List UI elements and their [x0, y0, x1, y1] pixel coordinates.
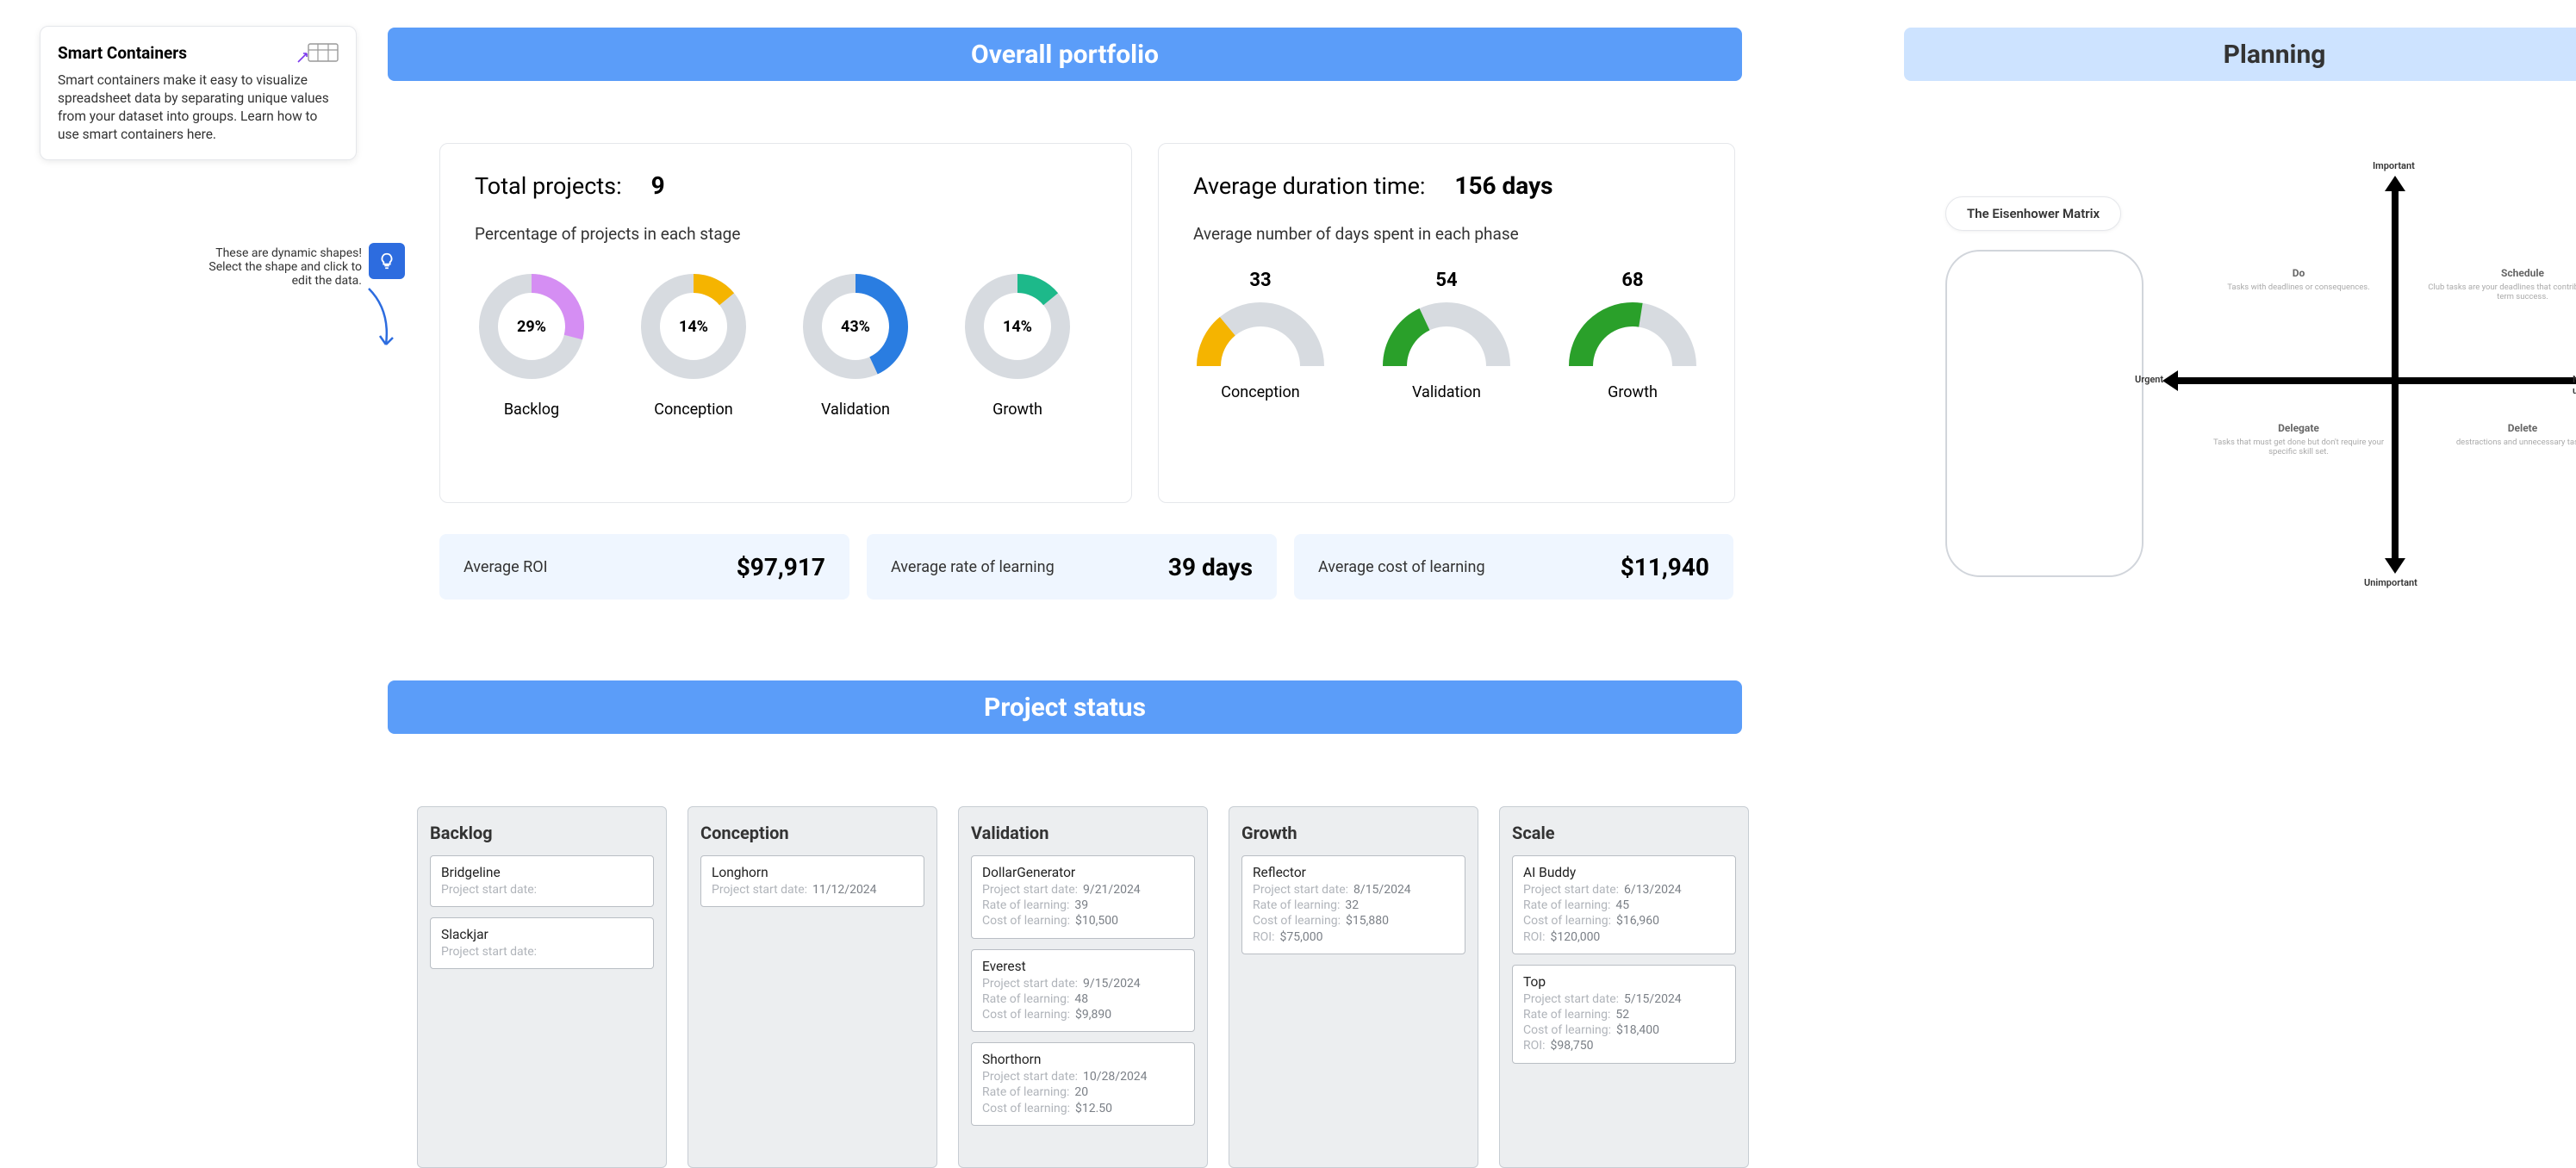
axis-horizontal — [2176, 377, 2576, 384]
axis-label-urgent: Urgent — [2135, 374, 2163, 385]
metric-roi[interactable]: Average ROI $97,917 — [439, 534, 849, 600]
metric-rate[interactable]: Average rate of learning 39 days — [867, 534, 1277, 600]
gauge-growth[interactable]: 68 Growth — [1565, 270, 1700, 401]
quad-do: DoTasks with deadlines or consequences. — [2204, 267, 2393, 292]
quad-schedule: ScheduleClub tasks are your deadlines th… — [2428, 267, 2576, 302]
column-title: Validation — [971, 823, 1195, 843]
axis-vertical — [2392, 189, 2399, 560]
project-name: Slackjar — [441, 927, 643, 942]
gauge-value: 54 — [1379, 270, 1514, 291]
status-column-scale[interactable]: Scale AI Buddy Project start date:6/13/2… — [1499, 806, 1749, 1168]
donut-conception[interactable]: 14% Conception — [637, 270, 750, 419]
status-column-backlog[interactable]: Backlog Bridgeline Project start date: S… — [417, 806, 667, 1168]
project-name: Everest — [982, 959, 1184, 974]
hint-cluster: These are dynamic shapes! Select the sha… — [198, 246, 396, 288]
total-projects-value: 9 — [651, 171, 665, 200]
project-card[interactable]: Top Project start date:5/15/2024Rate of … — [1512, 965, 1736, 1064]
project-card[interactable]: Reflector Project start date:8/15/2024Ra… — [1241, 855, 1465, 954]
axis-label-unimportant: Unimportant — [2364, 577, 2417, 588]
smart-containers-tooltip: Smart Containers Smart containers make i… — [40, 26, 357, 160]
project-name: Top — [1523, 974, 1725, 990]
planning-header: Planning — [1904, 28, 2576, 81]
lightbulb-icon[interactable] — [369, 243, 405, 279]
status-column-conception[interactable]: Conception Longhorn Project start date:1… — [688, 806, 937, 1168]
donut-percent: 14% — [637, 270, 750, 383]
donut-percent: 29% — [475, 270, 588, 383]
donut-percent: 43% — [799, 270, 912, 383]
project-name: Bridgeline — [441, 865, 643, 880]
column-title: Scale — [1512, 823, 1736, 843]
duration-sub: Average number of days spent in each pha… — [1193, 224, 1700, 244]
status-column-validation[interactable]: Validation DollarGenerator Project start… — [958, 806, 1208, 1168]
arrowhead-icon — [2385, 558, 2405, 574]
project-name: Reflector — [1253, 865, 1454, 880]
quad-delete: Deletedestractions and unnecessary tasks… — [2428, 422, 2576, 447]
metric-rate-label: Average rate of learning — [891, 558, 1055, 576]
gauge-name: Growth — [1565, 383, 1700, 401]
duration-label: Average duration time: — [1193, 172, 1425, 200]
project-name: AI Buddy — [1523, 865, 1725, 880]
metric-rate-value: 39 days — [1168, 553, 1253, 581]
duration-panel[interactable]: Average duration time: 156 days Average … — [1158, 143, 1735, 503]
tooltip-title: Smart Containers — [58, 43, 187, 63]
donut-growth[interactable]: 14% Growth — [961, 270, 1074, 419]
donut-backlog[interactable]: 29% Backlog — [475, 270, 588, 419]
axis-label-noturgent: Not urgent — [2573, 374, 2576, 396]
project-card[interactable]: Shorthorn Project start date:10/28/2024R… — [971, 1042, 1195, 1126]
project-card[interactable]: Longhorn Project start date:11/12/2024 — [700, 855, 924, 907]
curved-arrow-icon — [360, 284, 403, 362]
project-card[interactable]: Everest Project start date:9/15/2024Rate… — [971, 949, 1195, 1033]
eisenhower-matrix[interactable]: The Eisenhower Matrix Important Unimport… — [1945, 181, 2576, 612]
project-name: DollarGenerator — [982, 865, 1184, 880]
metric-cost-value: $11,940 — [1621, 553, 1709, 581]
gauge-value: 68 — [1565, 270, 1700, 291]
donut-name: Growth — [961, 401, 1074, 419]
arrowhead-icon — [2385, 176, 2405, 191]
project-name: Longhorn — [712, 865, 913, 880]
blank-card[interactable] — [1945, 250, 2144, 577]
status-column-growth[interactable]: Growth Reflector Project start date:8/15… — [1229, 806, 1478, 1168]
hint-text: These are dynamic shapes! Select the sha… — [198, 246, 362, 288]
column-title: Conception — [700, 823, 924, 843]
overall-portfolio-header: Overall portfolio — [388, 28, 1742, 81]
project-status-header: Project status — [388, 680, 1742, 734]
gauge-name: Conception — [1193, 383, 1328, 401]
total-projects-panel[interactable]: Total projects: 9 Percentage of projects… — [439, 143, 1132, 503]
gauge-value: 33 — [1193, 270, 1328, 291]
project-card[interactable]: Slackjar Project start date: — [430, 917, 654, 969]
gauge-name: Validation — [1379, 383, 1514, 401]
duration-value: 156 days — [1454, 171, 1552, 200]
arrowhead-icon — [2162, 370, 2178, 391]
project-card[interactable]: Bridgeline Project start date: — [430, 855, 654, 907]
gauge-validation[interactable]: 54 Validation — [1379, 270, 1514, 401]
column-title: Backlog — [430, 823, 654, 843]
project-name: Shorthorn — [982, 1052, 1184, 1067]
eisenhower-title: The Eisenhower Matrix — [1945, 196, 2121, 231]
donut-name: Validation — [799, 401, 912, 419]
metric-roi-value: $97,917 — [737, 553, 825, 581]
tooltip-body: Smart containers make it easy to visuali… — [58, 71, 339, 144]
metric-cost[interactable]: Average cost of learning $11,940 — [1294, 534, 1733, 600]
donut-name: Backlog — [475, 401, 588, 419]
project-card[interactable]: DollarGenerator Project start date:9/21/… — [971, 855, 1195, 939]
column-title: Growth — [1241, 823, 1465, 843]
metric-cost-label: Average cost of learning — [1318, 558, 1485, 576]
donut-percent: 14% — [961, 270, 1074, 383]
donut-validation[interactable]: 43% Validation — [799, 270, 912, 419]
quad-delegate: DelegateTasks that must get done but don… — [2204, 422, 2393, 457]
donut-name: Conception — [637, 401, 750, 419]
project-card[interactable]: AI Buddy Project start date:6/13/2024Rat… — [1512, 855, 1736, 954]
stage-percentage-label: Percentage of projects in each stage — [475, 224, 1097, 244]
total-projects-label: Total projects: — [475, 172, 622, 200]
axis-label-important: Important — [2373, 160, 2415, 171]
metric-roi-label: Average ROI — [464, 558, 547, 576]
gauge-conception[interactable]: 33 Conception — [1193, 270, 1328, 401]
container-icon — [308, 42, 339, 63]
